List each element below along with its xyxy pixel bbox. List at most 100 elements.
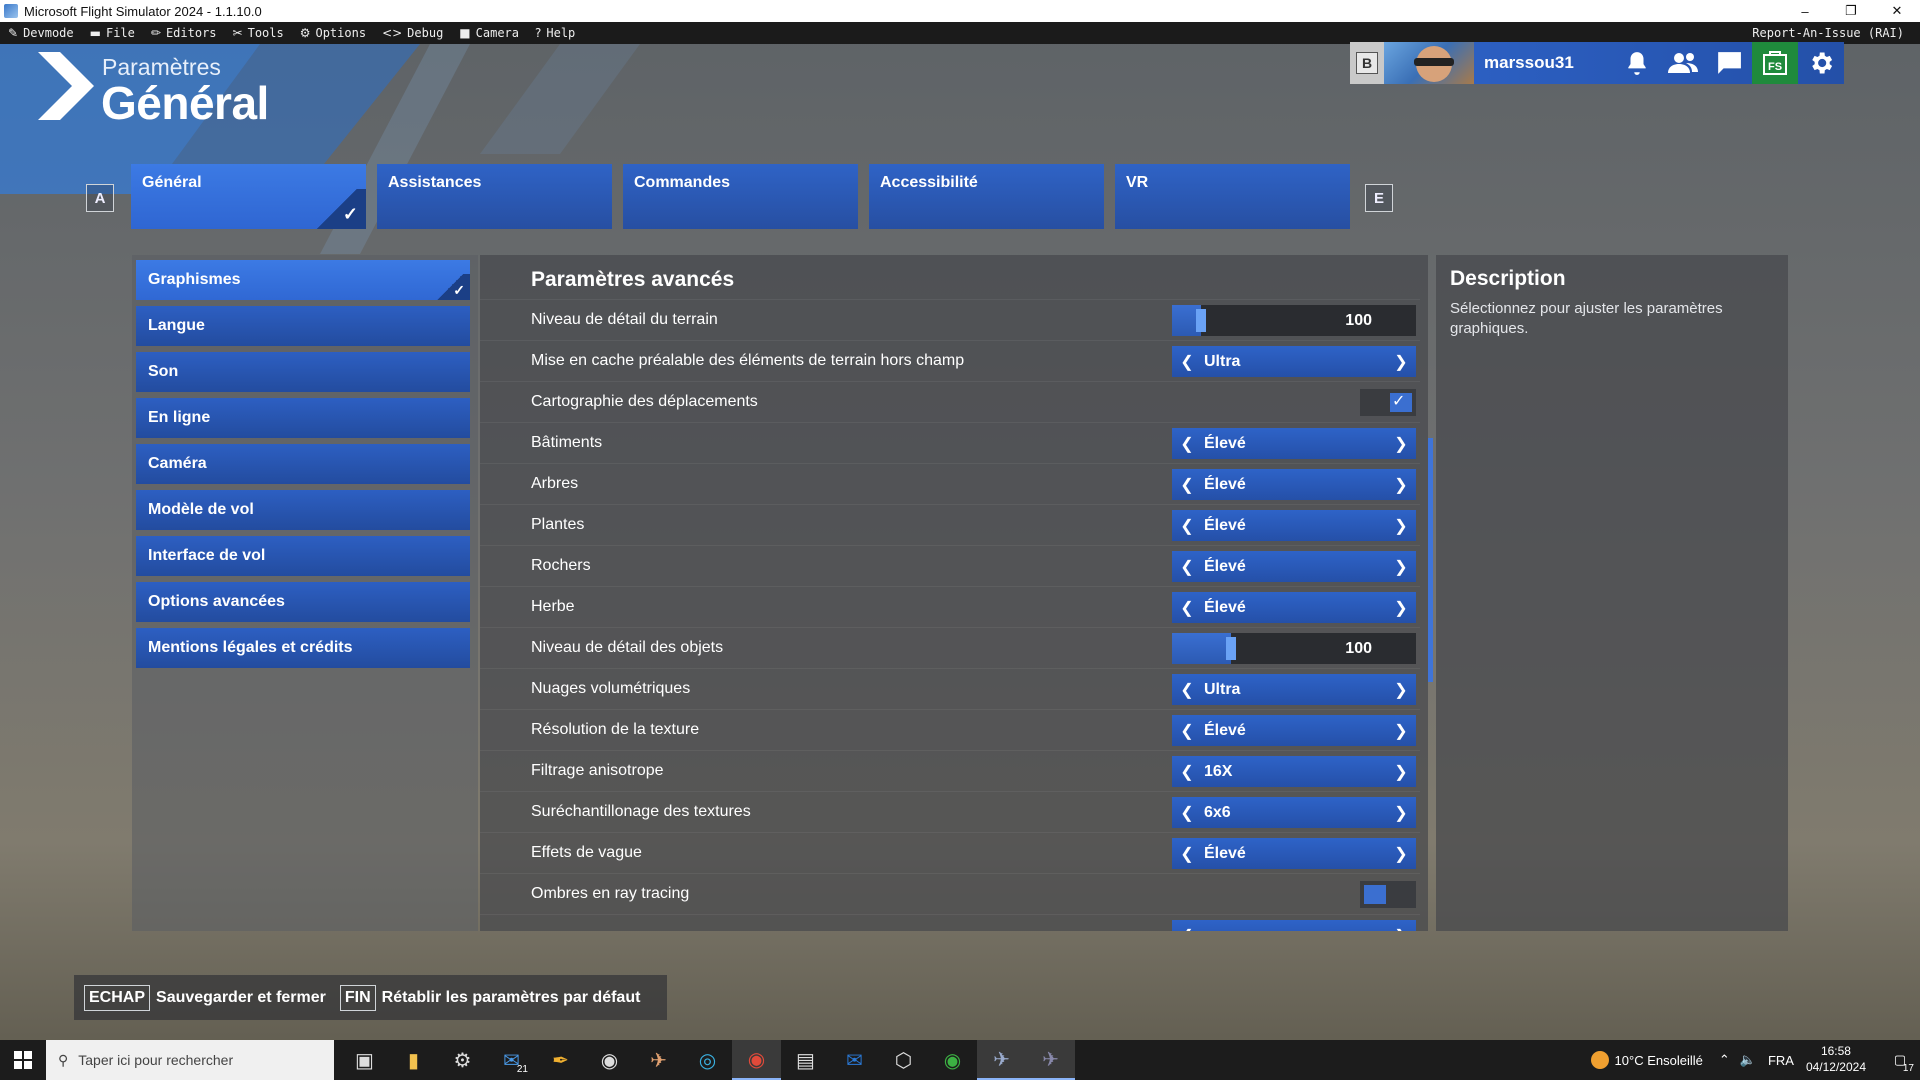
unity-icon[interactable]: ⬡	[879, 1040, 928, 1080]
minimize-button[interactable]: –	[1782, 0, 1828, 22]
chevron-left-icon[interactable]: ❮	[1172, 762, 1202, 782]
file-menu[interactable]: ▬ File	[82, 22, 143, 44]
setting-row-partial-cutoff[interactable]: ❮ ❯	[480, 914, 1420, 931]
notepad-icon[interactable]: ▤	[781, 1040, 830, 1080]
setting-row-batiments[interactable]: Bâtiments ❮ Élevé ❯	[480, 422, 1420, 463]
sidebar-item-camera[interactable]: Caméra	[136, 444, 470, 484]
sidebar-item-graphismes[interactable]: Graphismes ✓	[136, 260, 470, 300]
rochers-selector[interactable]: ❮ Élevé ❯	[1172, 551, 1416, 582]
setting-row-rochers[interactable]: Rochers ❮ Élevé ❯	[480, 545, 1420, 586]
reset-defaults-button[interactable]: FIN Rétablir les paramètres par défaut	[339, 984, 640, 1011]
batiments-selector[interactable]: ❮ Élevé ❯	[1172, 428, 1416, 459]
chevron-right-icon[interactable]: ❯	[1386, 475, 1416, 495]
tab-commandes[interactable]: Commandes	[623, 164, 858, 229]
sidebar-item-langue[interactable]: Langue	[136, 306, 470, 346]
setting-row-plantes[interactable]: Plantes ❮ Élevé ❯	[480, 504, 1420, 545]
setting-row-wave-effects[interactable]: Effets de vague ❮ Élevé ❯	[480, 832, 1420, 873]
sidebar-item-options-avancees[interactable]: Options avancées	[136, 582, 470, 622]
xbox-icon[interactable]: ◉	[928, 1040, 977, 1080]
plantes-selector[interactable]: ❮ Élevé ❯	[1172, 510, 1416, 541]
terrain-lod-slider[interactable]: 100	[1172, 305, 1416, 336]
camera-menu[interactable]: ■ Camera	[451, 22, 527, 44]
terrain-precache-selector[interactable]: ❮ Ultra ❯	[1172, 346, 1416, 377]
maximize-button[interactable]: ❐	[1828, 0, 1874, 22]
chevron-right-icon[interactable]: ❯	[1386, 844, 1416, 864]
tab-prev-key[interactable]: A	[86, 184, 114, 212]
raytraced-shadows-toggle[interactable]	[1360, 881, 1416, 908]
setting-row-texture-resolution[interactable]: Résolution de la texture ❮ Élevé ❯	[480, 709, 1420, 750]
chrome-icon[interactable]: ◉	[732, 1040, 781, 1080]
chevron-left-icon[interactable]: ❮	[1172, 844, 1202, 864]
pen-app-icon[interactable]: ✒	[536, 1040, 585, 1080]
sidebar-item-modele-de-vol[interactable]: Modèle de vol	[136, 490, 470, 530]
setting-row-terrain-lod[interactable]: Niveau de détail du terrain 100	[480, 299, 1420, 340]
debug-menu[interactable]: <> Debug	[374, 22, 451, 44]
settings-scrollbar[interactable]	[1428, 438, 1433, 682]
setting-row-objects-lod[interactable]: Niveau de détail des objets 100	[480, 627, 1420, 668]
chevron-left-icon[interactable]: ❮	[1172, 557, 1202, 577]
notifications-button[interactable]: ▢ 17	[1880, 1040, 1920, 1080]
wave-effects-selector[interactable]: ❮ Élevé ❯	[1172, 838, 1416, 869]
chevron-right-icon[interactable]: ❯	[1386, 352, 1416, 372]
tab-general[interactable]: Général ✓	[131, 164, 366, 229]
chevron-right-icon[interactable]: ❯	[1386, 434, 1416, 454]
partial-selector[interactable]: ❮ ❯	[1172, 920, 1416, 931]
sidebar-item-son[interactable]: Son	[136, 352, 470, 392]
tools-menu[interactable]: ✂ Tools	[225, 22, 292, 44]
speaker-icon[interactable]: 🔈	[1740, 1052, 1756, 1068]
devmode-menu[interactable]: ✎ Devmode	[0, 22, 82, 44]
settings-gear-icon[interactable]	[1798, 42, 1844, 84]
save-and-close-button[interactable]: ECHAP Sauvegarder et fermer	[84, 984, 326, 1011]
tab-assistances[interactable]: Assistances	[377, 164, 612, 229]
tab-accessibilite[interactable]: Accessibilité	[869, 164, 1104, 229]
chevron-left-icon[interactable]: ❮	[1172, 598, 1202, 618]
displacement-mapping-toggle[interactable]: ✓	[1360, 389, 1416, 416]
sidebar-item-en-ligne[interactable]: En ligne	[136, 398, 470, 438]
taskbar-search-input[interactable]: ⚲ Taper ici pour rechercher	[46, 1040, 334, 1080]
chevron-left-icon[interactable]: ❮	[1172, 352, 1202, 372]
setting-row-terrain-precache[interactable]: Mise en cache préalable des éléments de …	[480, 340, 1420, 381]
chevron-right-icon[interactable]: ❯	[1386, 721, 1416, 741]
help-menu[interactable]: ? Help	[527, 22, 583, 44]
chevron-right-icon[interactable]: ❯	[1386, 762, 1416, 782]
slider-handle[interactable]	[1196, 309, 1207, 332]
store-icon[interactable]: FS	[1752, 42, 1798, 84]
texture-supersampling-selector[interactable]: ❮ 6x6 ❯	[1172, 797, 1416, 828]
msfs-window-icon[interactable]: ✈	[1026, 1040, 1075, 1080]
setting-row-arbres[interactable]: Arbres ❮ Élevé ❯	[480, 463, 1420, 504]
avatar[interactable]	[1384, 42, 1474, 84]
tab-vr[interactable]: VR	[1115, 164, 1350, 229]
weather-widget[interactable]: 10°C Ensoleillé	[1590, 1051, 1703, 1069]
chevron-right-icon[interactable]: ❯	[1386, 557, 1416, 577]
mail-icon[interactable]: ✉ 21	[487, 1040, 536, 1080]
steam-icon[interactable]: ⚙	[438, 1040, 487, 1080]
chevron-right-icon[interactable]: ❯	[1386, 926, 1416, 932]
chevron-left-icon[interactable]: ❮	[1172, 721, 1202, 741]
file-explorer-icon[interactable]: ▮	[389, 1040, 438, 1080]
chevron-right-icon[interactable]: ❯	[1386, 680, 1416, 700]
windows-start-button[interactable]	[0, 1040, 46, 1080]
close-button[interactable]: ✕	[1874, 0, 1920, 22]
flight-sim-launcher-icon[interactable]: ✈	[634, 1040, 683, 1080]
herbe-selector[interactable]: ❮ Élevé ❯	[1172, 592, 1416, 623]
clock[interactable]: 16:58 04/12/2024	[1806, 1044, 1866, 1075]
chevron-left-icon[interactable]: ❮	[1172, 680, 1202, 700]
setting-row-raytraced-shadows[interactable]: Ombres en ray tracing	[480, 873, 1420, 914]
profile-panel[interactable]: marssou31 FS	[1384, 42, 1844, 84]
tray-chevron-up-icon[interactable]: ⌃	[1719, 1052, 1730, 1068]
chevron-right-icon[interactable]: ❯	[1386, 803, 1416, 823]
task-view-icon[interactable]: ▣	[340, 1040, 389, 1080]
chevron-left-icon[interactable]: ❮	[1172, 434, 1202, 454]
chat-icon[interactable]	[1706, 42, 1752, 84]
chevron-left-icon[interactable]: ❮	[1172, 475, 1202, 495]
tab-next-key[interactable]: E	[1365, 184, 1393, 212]
report-issue-link[interactable]: Report-An-Issue (RAI)	[1752, 22, 1904, 44]
xbox-app-icon[interactable]: ◉	[585, 1040, 634, 1080]
flight-simulator-icon[interactable]: ✈	[977, 1040, 1026, 1080]
chevron-left-icon[interactable]: ❮	[1172, 926, 1202, 932]
anisotropic-filtering-selector[interactable]: ❮ 16X ❯	[1172, 756, 1416, 787]
language-indicator[interactable]: FRA	[1768, 1053, 1794, 1068]
arbres-selector[interactable]: ❮ Élevé ❯	[1172, 469, 1416, 500]
edge-icon[interactable]: ◎	[683, 1040, 732, 1080]
friends-icon[interactable]	[1660, 42, 1706, 84]
